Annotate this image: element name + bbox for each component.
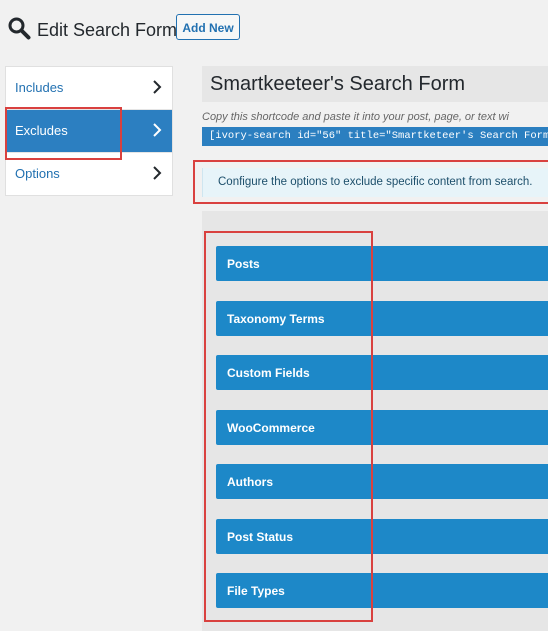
highlight-sections: [204, 231, 373, 622]
tab-options-label: Options: [15, 166, 60, 181]
tab-includes-label: Includes: [15, 80, 64, 95]
highlight-excludes-tab: [5, 107, 122, 160]
shortcode-field[interactable]: [ivory-search id="56" title="Smartketeer…: [202, 127, 548, 146]
tab-includes[interactable]: Includes: [6, 67, 172, 110]
search-icon: [8, 17, 31, 40]
page-title: Edit Search Form: [37, 20, 178, 40]
shortcode-hint: Copy this shortcode and paste it into yo…: [202, 111, 509, 123]
chevron-right-icon: [153, 123, 162, 137]
chevron-right-icon: [153, 80, 162, 94]
add-new-button[interactable]: Add New: [176, 14, 240, 40]
form-title-box: Smartkeeteer's Search Form: [202, 66, 548, 102]
page-header: Edit Search Form Add New: [0, 0, 548, 60]
chevron-right-icon: [153, 166, 162, 180]
highlight-notice: [193, 160, 548, 204]
form-title: Smartkeeteer's Search Form: [210, 73, 466, 95]
